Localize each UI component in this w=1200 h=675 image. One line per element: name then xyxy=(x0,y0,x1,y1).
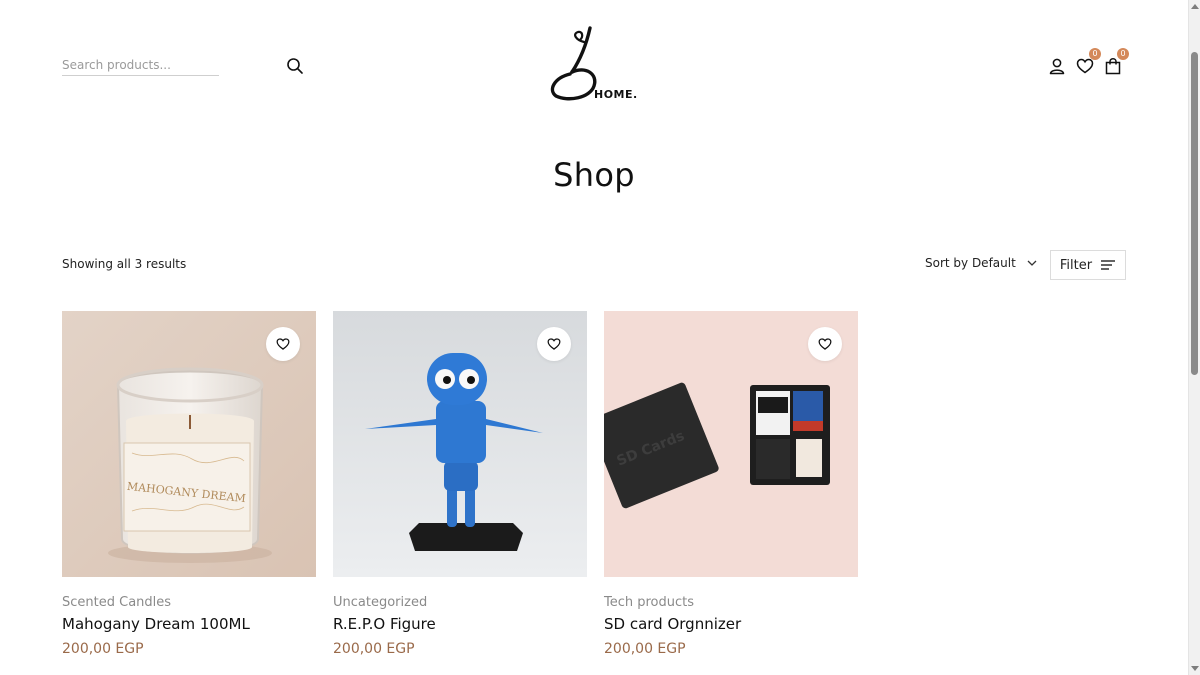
bag-icon xyxy=(1105,58,1121,75)
scroll-up-arrow-icon[interactable] xyxy=(1191,4,1199,9)
filter-lines-icon xyxy=(1101,260,1116,270)
product-name[interactable]: R.E.P.O Figure xyxy=(333,615,587,633)
product-name[interactable]: Mahogany Dream 100ML xyxy=(62,615,316,633)
add-to-wishlist-button[interactable] xyxy=(266,327,300,361)
product-card: Uncategorized R.E.P.O Figure 200,00 EGP xyxy=(333,311,587,657)
search-input[interactable] xyxy=(62,54,219,76)
product-image-figure[interactable] xyxy=(333,311,587,577)
page-scrollbar[interactable] xyxy=(1188,0,1200,675)
product-grid: MAHOGANY DREAM Scented Candles Mahogany … xyxy=(62,311,858,657)
cart-button[interactable]: 0 xyxy=(1104,48,1129,75)
product-category[interactable]: Tech products xyxy=(604,595,858,610)
user-icon[interactable] xyxy=(1048,57,1066,75)
search-icon[interactable] xyxy=(286,57,304,75)
filter-label: Filter xyxy=(1059,257,1093,273)
scroll-down-arrow-icon[interactable] xyxy=(1191,666,1199,671)
heart-icon xyxy=(818,338,832,350)
product-card: MAHOGANY DREAM Scented Candles Mahogany … xyxy=(62,311,316,657)
header-actions: 0 0 xyxy=(1048,48,1129,78)
search-form xyxy=(62,54,303,78)
product-name[interactable]: SD card Orgnnizer xyxy=(604,615,858,633)
product-price: 200,00 EGP xyxy=(333,641,415,657)
page-title: Shop xyxy=(553,156,635,194)
product-image-candle[interactable]: MAHOGANY DREAM xyxy=(62,311,316,577)
chevron-down-icon xyxy=(1027,260,1037,266)
add-to-wishlist-button[interactable] xyxy=(808,327,842,361)
add-to-wishlist-button[interactable] xyxy=(537,327,571,361)
sort-dropdown[interactable]: Sort by Default xyxy=(925,256,1038,270)
product-category[interactable]: Scented Candles xyxy=(62,595,316,610)
logo-text: HOME. xyxy=(594,88,638,101)
heart-icon xyxy=(547,338,561,350)
filter-button[interactable]: Filter xyxy=(1050,250,1126,280)
product-card: SD Cards Tech products SD card Orgnnizer… xyxy=(604,311,858,657)
wishlist-button[interactable]: 0 xyxy=(1076,48,1101,75)
product-price: 200,00 EGP xyxy=(604,641,686,657)
sort-label: Sort by Default xyxy=(925,256,1016,270)
product-price: 200,00 EGP xyxy=(62,641,144,657)
product-image-sd-organizer[interactable]: SD Cards xyxy=(604,311,858,577)
product-category[interactable]: Uncategorized xyxy=(333,595,587,610)
heart-icon xyxy=(276,338,290,350)
scrollbar-thumb[interactable] xyxy=(1191,52,1198,375)
results-count: Showing all 3 results xyxy=(62,257,187,271)
heart-icon xyxy=(1076,58,1094,74)
site-logo[interactable]: HOME. xyxy=(546,24,646,106)
cart-count-badge: 0 xyxy=(1117,48,1129,60)
wishlist-count-badge: 0 xyxy=(1089,48,1101,60)
